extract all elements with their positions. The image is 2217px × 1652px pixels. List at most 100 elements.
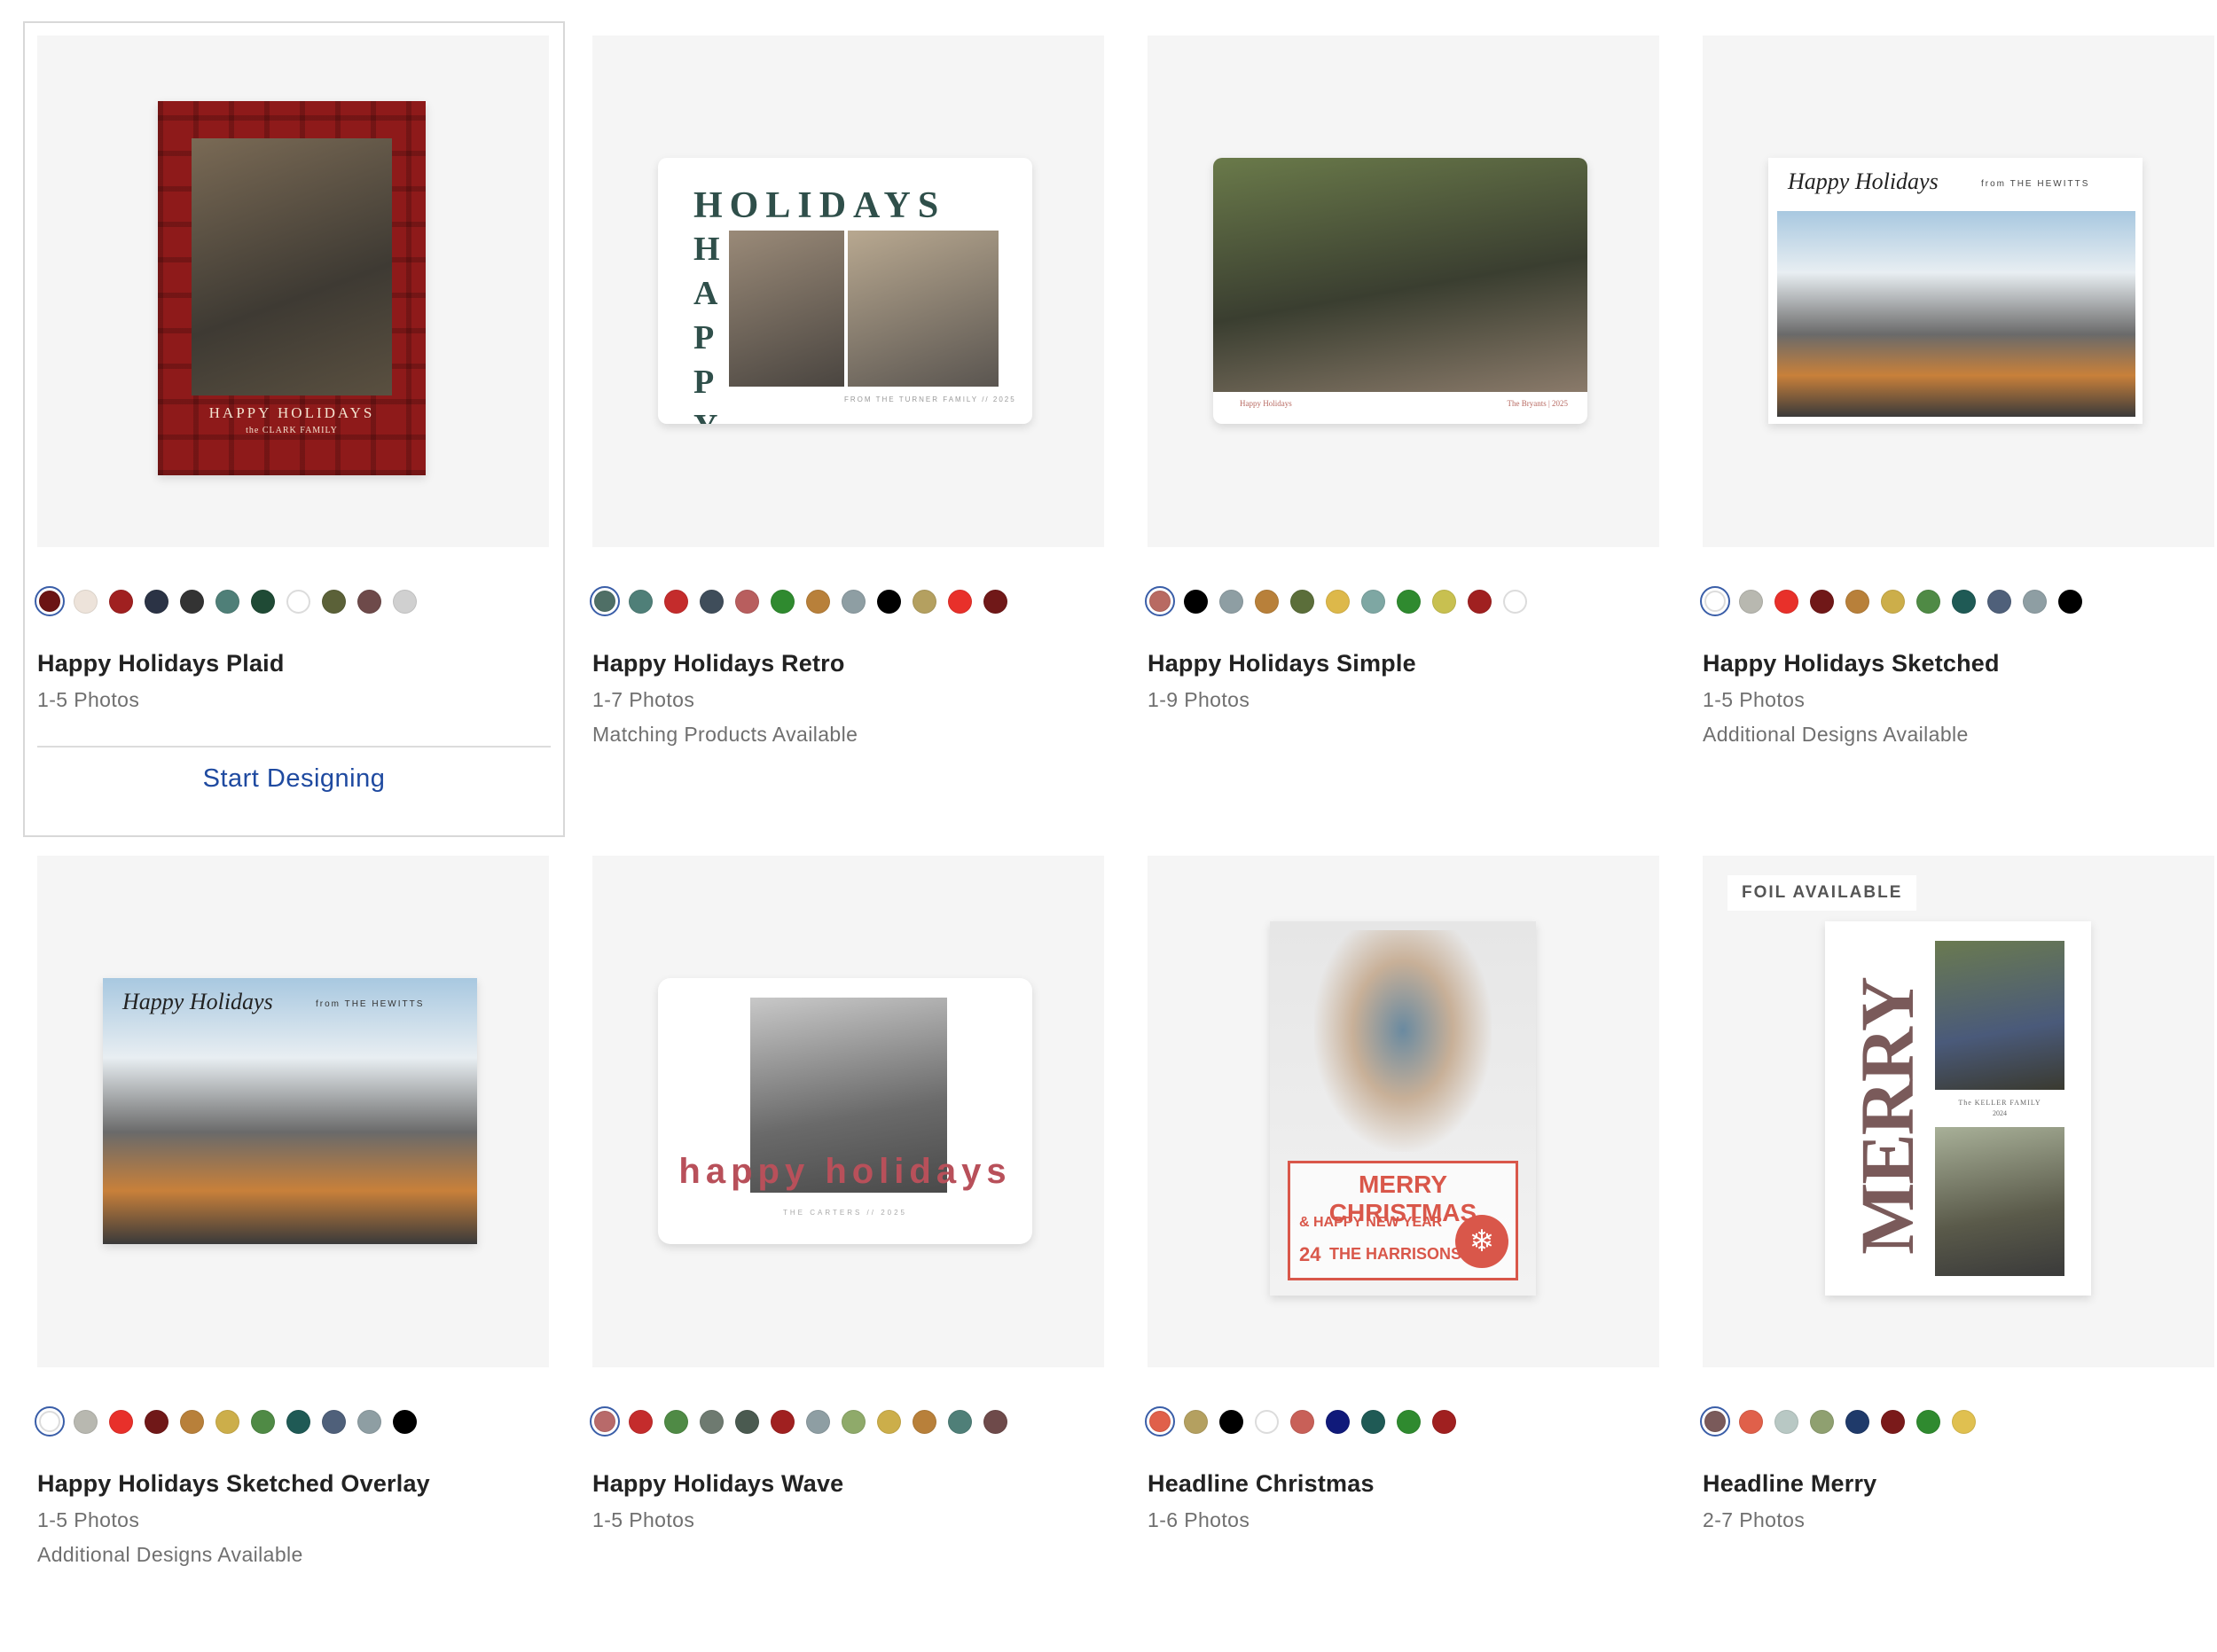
color-swatch[interactable] <box>1290 1409 1314 1434</box>
color-swatch[interactable] <box>1845 589 1869 614</box>
color-swatch[interactable] <box>1290 589 1314 614</box>
card-thumbnail[interactable]: Happy Holidays from THE HEWITTS <box>1703 35 2214 547</box>
color-swatch[interactable] <box>1326 589 1350 614</box>
color-swatch[interactable] <box>913 1409 936 1434</box>
product-card-simple[interactable]: Happy Holidays The Bryants | 2025 Happy … <box>1145 35 1659 712</box>
color-swatch[interactable] <box>286 1409 310 1434</box>
color-swatch[interactable] <box>700 1409 724 1434</box>
product-title[interactable]: Happy Holidays Sketched <box>1703 650 2214 677</box>
color-swatch[interactable] <box>393 1409 417 1434</box>
color-swatch[interactable] <box>948 589 972 614</box>
color-swatch[interactable] <box>948 1409 972 1434</box>
card-thumbnail[interactable]: HOLIDAYS HAPPY FROM THE TURNER FAMILY //… <box>592 35 1104 547</box>
color-swatch[interactable] <box>2058 589 2082 614</box>
product-title[interactable]: Headline Christmas <box>1148 1470 1659 1498</box>
product-title[interactable]: Happy Holidays Wave <box>592 1470 1104 1498</box>
color-swatch[interactable] <box>1326 1409 1350 1434</box>
color-swatch[interactable] <box>1219 589 1243 614</box>
color-swatch[interactable] <box>629 589 653 614</box>
product-title[interactable]: Happy Holidays Plaid <box>37 650 551 677</box>
color-swatch[interactable] <box>1361 1409 1385 1434</box>
color-swatch[interactable] <box>1432 589 1456 614</box>
color-swatch[interactable] <box>664 1409 688 1434</box>
color-swatch[interactable] <box>357 589 381 614</box>
color-swatch[interactable] <box>1810 589 1834 614</box>
color-swatch[interactable] <box>215 589 239 614</box>
product-title[interactable]: Headline Merry <box>1703 1470 2214 1498</box>
card-thumbnail[interactable]: HAPPY HOLIDAYS the CLARK FAMILY <box>37 35 549 547</box>
product-title[interactable]: Happy Holidays Retro <box>592 650 1104 677</box>
color-swatch[interactable] <box>629 1409 653 1434</box>
color-swatch[interactable] <box>1397 589 1421 614</box>
color-swatch[interactable] <box>251 1409 275 1434</box>
color-swatch[interactable] <box>700 589 724 614</box>
color-swatch[interactable] <box>2023 589 2047 614</box>
color-swatch[interactable] <box>590 586 620 616</box>
color-swatch[interactable] <box>735 589 759 614</box>
color-swatch[interactable] <box>1774 589 1798 614</box>
color-swatch[interactable] <box>109 589 133 614</box>
color-swatch[interactable] <box>1700 1406 1730 1437</box>
color-swatch[interactable] <box>1361 589 1385 614</box>
color-swatch[interactable] <box>1255 1409 1279 1434</box>
product-card-sketched-overlay[interactable]: Happy Holidays from THE HEWITTS Happy Ho… <box>35 856 549 1567</box>
color-swatch[interactable] <box>1774 1409 1798 1434</box>
product-card-wave[interactable]: happy holidays THE CARTERS // 2025 Happy… <box>590 856 1104 1532</box>
color-swatch[interactable] <box>180 589 204 614</box>
color-swatch[interactable] <box>1184 589 1208 614</box>
color-swatch[interactable] <box>983 589 1007 614</box>
product-card-retro[interactable]: HOLIDAYS HAPPY FROM THE TURNER FAMILY //… <box>590 35 1104 747</box>
color-swatch[interactable] <box>1739 589 1763 614</box>
color-swatch[interactable] <box>322 1409 346 1434</box>
color-swatch[interactable] <box>1145 1406 1175 1437</box>
color-swatch[interactable] <box>1432 1409 1456 1434</box>
color-swatch[interactable] <box>1845 1409 1869 1434</box>
color-swatch[interactable] <box>806 589 830 614</box>
color-swatch[interactable] <box>1219 1409 1243 1434</box>
color-swatch[interactable] <box>251 589 275 614</box>
color-swatch[interactable] <box>1987 589 2011 614</box>
color-swatch[interactable] <box>1397 1409 1421 1434</box>
color-swatch[interactable] <box>215 1409 239 1434</box>
color-swatch[interactable] <box>1952 1409 1976 1434</box>
card-thumbnail[interactable]: MERRY CHRISTMAS & HAPPY NEW YEAR 24 THE … <box>1148 856 1659 1367</box>
product-card-headline-merry[interactable]: FOIL AVAILABLE MERRY The KELLER FAMILY 2… <box>1700 856 2214 1532</box>
start-designing-button[interactable]: Start Designing <box>198 763 391 795</box>
color-swatch[interactable] <box>1739 1409 1763 1434</box>
color-swatch[interactable] <box>74 1409 98 1434</box>
color-swatch[interactable] <box>664 589 688 614</box>
color-swatch[interactable] <box>590 1406 620 1437</box>
color-swatch[interactable] <box>877 589 901 614</box>
color-swatch[interactable] <box>109 1409 133 1434</box>
product-title[interactable]: Happy Holidays Simple <box>1148 650 1659 677</box>
color-swatch[interactable] <box>1810 1409 1834 1434</box>
card-thumbnail[interactable]: Happy Holidays The Bryants | 2025 <box>1148 35 1659 547</box>
color-swatch[interactable] <box>1184 1409 1208 1434</box>
color-swatch[interactable] <box>145 1409 168 1434</box>
color-swatch[interactable] <box>1468 589 1492 614</box>
color-swatch[interactable] <box>180 1409 204 1434</box>
color-swatch[interactable] <box>877 1409 901 1434</box>
color-swatch[interactable] <box>286 589 310 614</box>
color-swatch[interactable] <box>1145 586 1175 616</box>
color-swatch[interactable] <box>806 1409 830 1434</box>
card-thumbnail[interactable]: FOIL AVAILABLE MERRY The KELLER FAMILY 2… <box>1703 856 2214 1367</box>
color-swatch[interactable] <box>357 1409 381 1434</box>
color-swatch[interactable] <box>322 589 346 614</box>
card-thumbnail[interactable]: happy holidays THE CARTERS // 2025 <box>592 856 1104 1367</box>
color-swatch[interactable] <box>1916 589 1940 614</box>
color-swatch[interactable] <box>393 589 417 614</box>
color-swatch[interactable] <box>983 1409 1007 1434</box>
color-swatch[interactable] <box>74 589 98 614</box>
color-swatch[interactable] <box>913 589 936 614</box>
color-swatch[interactable] <box>1916 1409 1940 1434</box>
color-swatch[interactable] <box>1881 1409 1905 1434</box>
product-card-plaid[interactable]: HAPPY HOLIDAYS the CLARK FAMILY Happy Ho… <box>23 21 565 837</box>
card-thumbnail[interactable]: Happy Holidays from THE HEWITTS <box>37 856 549 1367</box>
product-title[interactable]: Happy Holidays Sketched Overlay <box>37 1470 549 1498</box>
color-swatch[interactable] <box>771 589 795 614</box>
color-swatch[interactable] <box>735 1409 759 1434</box>
color-swatch[interactable] <box>842 589 866 614</box>
color-swatch[interactable] <box>842 1409 866 1434</box>
color-swatch[interactable] <box>1952 589 1976 614</box>
